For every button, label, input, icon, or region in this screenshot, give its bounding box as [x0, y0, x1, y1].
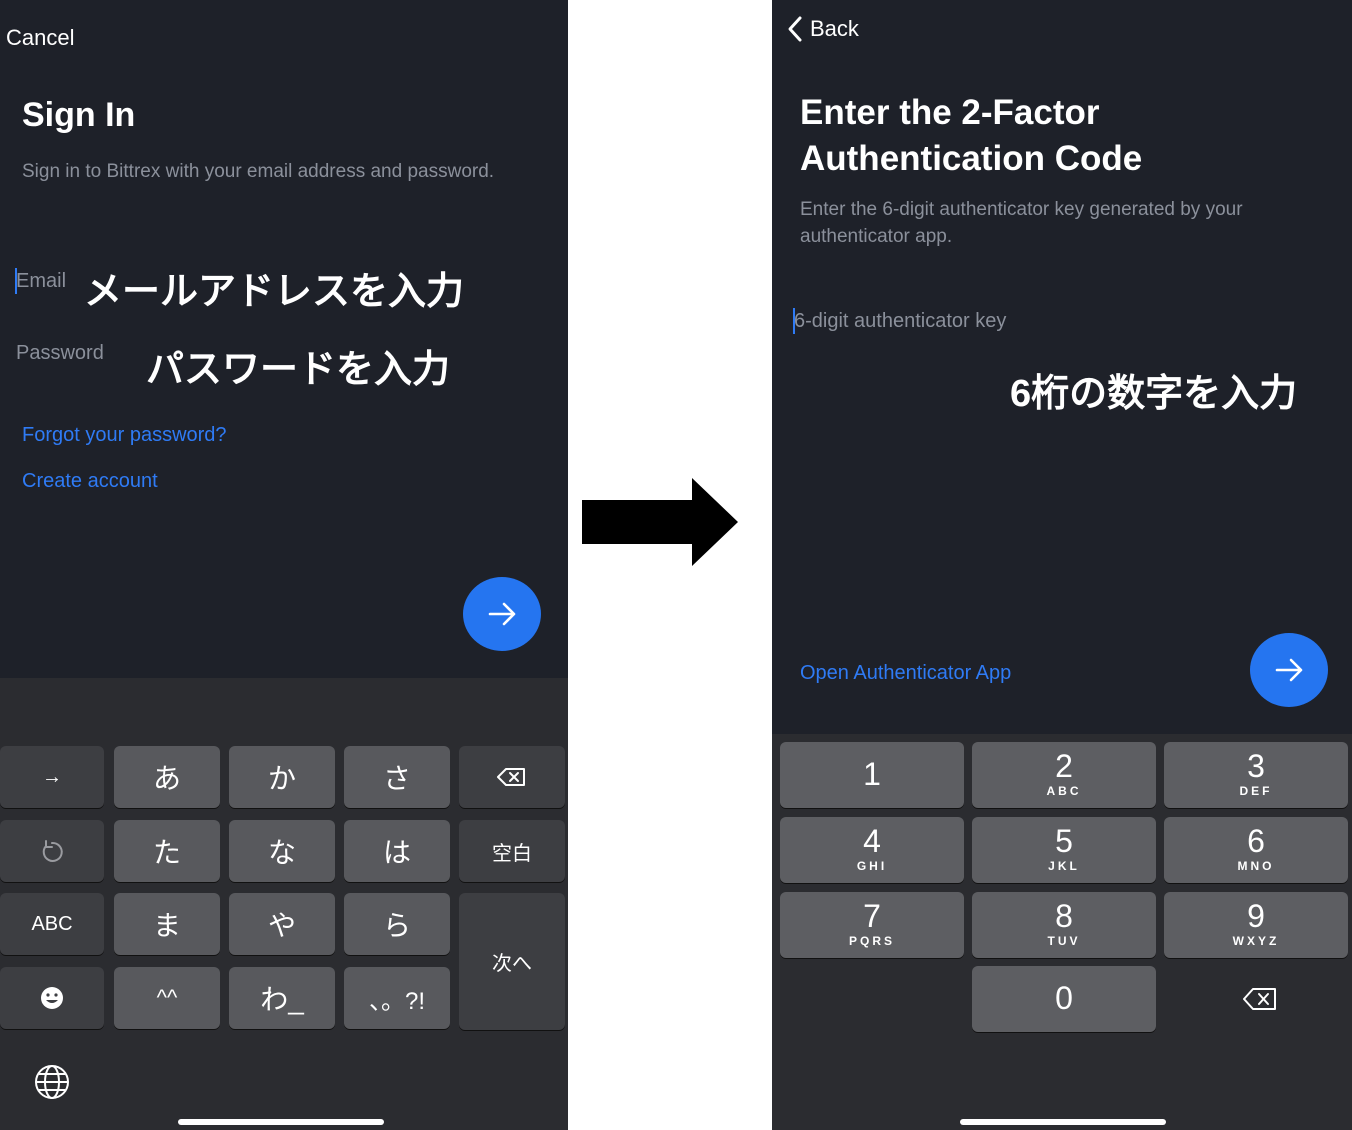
key-ta[interactable]: た — [114, 820, 220, 882]
key-next[interactable]: 次へ — [459, 893, 565, 1030]
submit-button[interactable] — [463, 577, 541, 651]
globe-icon[interactable] — [32, 1062, 72, 1102]
chevron-left-icon — [788, 16, 802, 42]
key-4[interactable]: 4 GHI — [780, 817, 964, 883]
numeric-keypad: 1 2 ABC 3 DEF 4 GHI 5 JKL 6 MNO 7 PQRS 8 TUV 9W… — [772, 734, 1352, 1130]
email-annotation: メールアドレスを入力 — [84, 271, 465, 313]
key-annotation: 6桁の数字を入力 — [1010, 373, 1298, 415]
arrow-right-icon — [1275, 658, 1303, 682]
password-annotation: パスワードを入力 — [146, 349, 451, 391]
undo-icon — [42, 840, 63, 862]
password-input[interactable]: Password — [16, 342, 104, 365]
key-sa[interactable]: さ — [344, 746, 450, 808]
page-subtitle: Sign in to Bittrex with your email addre… — [22, 161, 495, 182]
key-wa[interactable]: わ_ — [229, 967, 335, 1029]
sign-in-screen: Cancel Sign In Sign in to Bittrex with y… — [0, 0, 568, 1130]
email-input[interactable]: Email — [16, 270, 66, 293]
key-ya[interactable]: や — [229, 893, 335, 955]
open-authenticator-link[interactable]: Open Authenticator App — [800, 662, 1011, 685]
back-label: Back — [810, 16, 859, 41]
home-indicator — [960, 1119, 1166, 1125]
key-5[interactable]: 5 JKL — [972, 817, 1156, 883]
two-factor-screen: Back Enter the 2-Factor Authentication C… — [772, 0, 1352, 1130]
cancel-button[interactable]: Cancel — [6, 25, 74, 51]
arrow-right-icon — [488, 602, 516, 626]
emoji-icon — [41, 987, 63, 1009]
page-title: Sign In — [22, 96, 136, 134]
key-0[interactable]: 0 — [972, 966, 1156, 1032]
key-1[interactable]: 1 — [780, 742, 964, 808]
key-6[interactable]: 6 MNO — [1164, 817, 1348, 883]
flow-arrow-icon — [582, 478, 738, 566]
key-delete[interactable] — [1230, 979, 1290, 1019]
submit-button[interactable] — [1250, 633, 1328, 707]
key-a[interactable]: あ — [114, 746, 220, 808]
key-2[interactable]: 2 ABC — [972, 742, 1156, 808]
key-ma[interactable]: ま — [114, 893, 220, 955]
key-emoji[interactable] — [0, 967, 104, 1029]
create-account-link[interactable]: Create account — [22, 470, 158, 493]
key-undo[interactable] — [0, 820, 104, 882]
key-9[interactable]: 9 WXYZ — [1164, 892, 1348, 958]
backspace-icon — [1243, 988, 1276, 1010]
key-kaomoji[interactable]: ^^ — [114, 967, 220, 1029]
key-punctuation[interactable]: 、。?! — [344, 967, 450, 1029]
home-indicator — [178, 1119, 384, 1125]
backspace-icon — [497, 768, 525, 786]
key-8[interactable]: 8 TUV — [972, 892, 1156, 958]
key-3[interactable]: 3 DEF — [1164, 742, 1348, 808]
japanese-keyboard: → あ か さ た な は 空白 ABC ま や ら 次へ ^^ わ_ 、。?! — [0, 678, 568, 1130]
key-space[interactable]: 空白 — [459, 820, 565, 882]
key-abc[interactable]: ABC — [0, 893, 104, 955]
key-ha[interactable]: は — [344, 820, 450, 882]
key-ra[interactable]: ら — [344, 893, 450, 955]
authenticator-key-input[interactable]: 6-digit authenticator key — [794, 310, 1006, 333]
key-arrow[interactable]: → — [0, 746, 104, 808]
key-7[interactable]: 7 PQRS — [780, 892, 964, 958]
back-button[interactable]: Back — [784, 14, 859, 44]
key-ka[interactable]: か — [229, 746, 335, 808]
key-delete[interactable] — [459, 746, 565, 808]
page-title: Enter the 2-Factor Authentication Code — [800, 93, 1143, 178]
key-na[interactable]: な — [229, 820, 335, 882]
forgot-password-link[interactable]: Forgot your password? — [22, 424, 227, 447]
page-subtitle: Enter the 6-digit authenticator key gene… — [800, 199, 1243, 247]
